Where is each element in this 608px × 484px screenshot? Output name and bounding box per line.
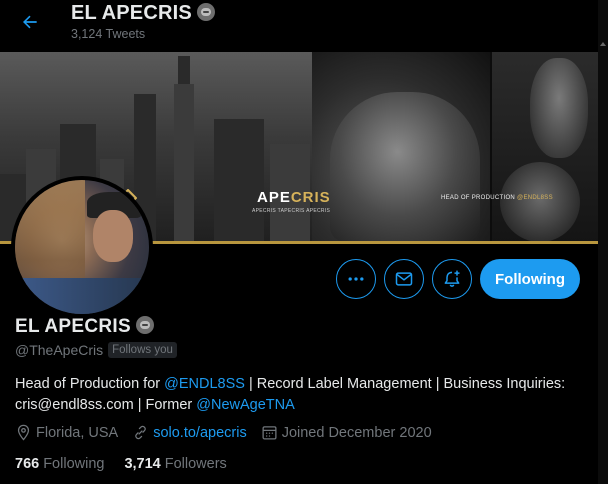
- follows-you-badge: Follows you: [108, 342, 177, 358]
- location-pin-icon: [17, 424, 30, 441]
- tweet-count: 3,124 Tweets: [71, 27, 146, 41]
- message-button[interactable]: [384, 259, 424, 299]
- more-icon: [348, 277, 364, 281]
- bio-link-endl8ss[interactable]: @ENDL8SS: [164, 376, 245, 392]
- avatar[interactable]: [11, 176, 153, 318]
- avatar-photo: [15, 180, 149, 314]
- location: Florida, USA: [15, 424, 118, 441]
- link-icon: [135, 425, 147, 440]
- banner-head-text: HEAD OF PRODUCTION @ENDL8SS: [441, 195, 553, 201]
- website-link[interactable]: solo.to/apecris: [153, 425, 247, 441]
- joined-date: Joined December 2020: [261, 424, 432, 441]
- profile-name: EL APECRIS: [15, 316, 154, 338]
- arrow-left-icon: [23, 15, 37, 29]
- calendar-icon: [262, 426, 277, 440]
- website[interactable]: solo.to/apecris: [132, 424, 247, 441]
- gorilla-emoji-icon: [135, 316, 154, 334]
- notifications-button[interactable]: [432, 259, 472, 299]
- gorilla-emoji-icon: [196, 3, 215, 21]
- banner-socials: APECRIS TAPECRIS APECRIS: [252, 208, 331, 214]
- followers-count-link[interactable]: 3,714 Followers: [124, 456, 226, 472]
- following-button[interactable]: Following: [480, 259, 580, 299]
- scrollbar[interactable]: [598, 0, 608, 484]
- profile-handle: @TheApeCris: [15, 342, 104, 358]
- banner-logo: APECRIS: [257, 189, 331, 206]
- profile-meta: Florida, USA solo.to/apecris Joined Dece…: [15, 424, 446, 441]
- scroll-up-arrow-icon[interactable]: [600, 42, 606, 46]
- profile-bio: Head of Production for @ENDL8SS | Record…: [15, 376, 566, 413]
- banner-figure: [330, 92, 480, 242]
- banner-face-bottom: [500, 162, 580, 242]
- back-button[interactable]: [14, 6, 46, 38]
- more-button[interactable]: [336, 259, 376, 299]
- bell-plus-icon: [444, 270, 460, 287]
- mail-icon: [395, 272, 413, 286]
- top-bar: EL APECRIS 3,124 Tweets: [0, 0, 608, 48]
- banner-face-top: [530, 58, 588, 158]
- follow-stats: 766 Following 3,714 Followers: [15, 456, 227, 472]
- bio-link-newagetna[interactable]: @NewAgeTNA: [196, 397, 295, 413]
- following-count-link[interactable]: 766 Following: [15, 456, 104, 472]
- header-title: EL APECRIS: [71, 2, 215, 25]
- handle-row: @TheApeCris Follows you: [15, 342, 177, 358]
